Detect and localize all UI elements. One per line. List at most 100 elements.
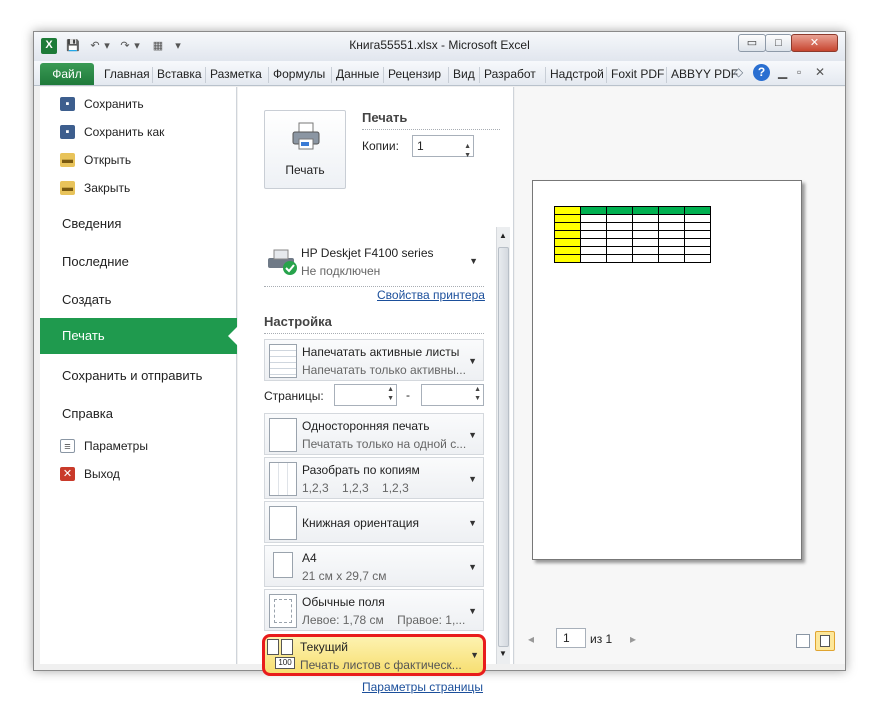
copies-stepper[interactable]: 1 ▲ ▼ bbox=[412, 135, 474, 159]
paper-icon bbox=[273, 552, 293, 578]
collate-subtitle: 1,2,3 1,2,3 1,2,3 bbox=[302, 481, 409, 495]
printer-icon bbox=[292, 122, 320, 150]
preview-page bbox=[532, 180, 802, 560]
minimize-ribbon-icon[interactable]: ◇ bbox=[734, 65, 743, 79]
nav-help[interactable]: Справка bbox=[40, 396, 237, 432]
title-bar: X 💾 ↶ ▾ ↷ ▾ ▦ ▾ Книга55551.xlsx - Micros… bbox=[34, 32, 845, 61]
close-workbook-icon[interactable]: ✕ bbox=[815, 65, 825, 79]
pages-to-input[interactable]: ▲ ▼ bbox=[421, 384, 484, 406]
pages-to-up-icon[interactable]: ▲ bbox=[474, 386, 481, 393]
nav-options-label: Параметры bbox=[84, 439, 148, 453]
nav-options[interactable]: ≡ Параметры bbox=[40, 434, 237, 458]
printer-dropdown[interactable]: HP Deskjet F4100 series Не подключен ▼ bbox=[264, 240, 484, 282]
zoom-to-page-icon[interactable] bbox=[815, 631, 835, 651]
tab-developer[interactable]: Разработ bbox=[479, 67, 536, 83]
nav-exit[interactable]: ✕ Выход bbox=[40, 462, 237, 486]
nav-save[interactable]: ▪ Сохранить bbox=[40, 92, 237, 116]
nav-close[interactable]: ▬ Закрыть bbox=[40, 176, 237, 200]
copies-down-icon[interactable]: ▼ bbox=[464, 146, 471, 166]
next-page-icon[interactable]: ▸ bbox=[630, 632, 636, 646]
paper-subtitle: 21 см x 29,7 см bbox=[302, 569, 387, 583]
orientation-arrow-icon: ▼ bbox=[468, 518, 477, 528]
printer-name: HP Deskjet F4100 series bbox=[301, 246, 434, 260]
window-title: Книга55551.xlsx - Microsoft Excel bbox=[349, 38, 530, 52]
collate-dropdown[interactable]: Разобрать по копиям 1,2,3 1,2,3 1,2,3 ▼ bbox=[264, 457, 484, 499]
page-setup-link[interactable]: Параметры страницы bbox=[362, 680, 483, 694]
scroll-down-icon[interactable]: ▼ bbox=[499, 649, 507, 658]
margins-title: Обычные поля bbox=[302, 595, 385, 609]
tab-home[interactable]: Главная bbox=[100, 67, 150, 83]
paper-title: A4 bbox=[302, 551, 317, 565]
orientation-dropdown[interactable]: Книжная ориентация ▼ bbox=[264, 501, 484, 543]
nav-info[interactable]: Сведения bbox=[40, 206, 237, 242]
pages-from-down-icon[interactable]: ▼ bbox=[387, 395, 394, 402]
print-button[interactable]: Печать bbox=[264, 110, 346, 189]
nav-close-label: Закрыть bbox=[84, 181, 131, 195]
copies-value: 1 bbox=[417, 139, 424, 153]
show-margins-icon[interactable] bbox=[796, 634, 810, 648]
minimize-window-button[interactable]: ▭ bbox=[738, 34, 766, 52]
scaling-icon: 100 bbox=[267, 639, 297, 671]
save-as-icon: ▪ bbox=[60, 125, 75, 139]
scroll-up-icon[interactable]: ▲ bbox=[499, 231, 507, 240]
tab-formulas[interactable]: Формулы bbox=[268, 67, 325, 83]
settings-header: Настройка bbox=[264, 314, 332, 329]
tab-abbyy-pdf[interactable]: ABBYY PDF bbox=[666, 67, 738, 83]
active-sheets-icon bbox=[269, 344, 297, 378]
nav-open[interactable]: ▬ Открыть bbox=[40, 148, 237, 172]
print-what-title: Напечатать активные листы bbox=[302, 345, 460, 359]
prev-page-icon[interactable]: ◂ bbox=[528, 632, 534, 646]
close-window-button[interactable]: ✕ bbox=[791, 34, 838, 52]
printer-dropdown-arrow-icon: ▼ bbox=[469, 256, 478, 266]
collate-title: Разобрать по копиям bbox=[302, 463, 420, 477]
page-number-input[interactable]: 1 bbox=[556, 628, 586, 648]
preview-table bbox=[554, 206, 711, 263]
help-icon[interactable]: ? bbox=[753, 64, 770, 81]
print-settings-panel: Печать Печать Копии: 1 ▲ ▼ HP Deskjet F4… bbox=[238, 87, 514, 694]
sides-dropdown[interactable]: Односторонняя печать Печатать только на … bbox=[264, 413, 484, 455]
nav-save-and-send[interactable]: Сохранить и отправить bbox=[40, 358, 237, 394]
restore-workbook-icon[interactable]: ▫ bbox=[797, 65, 801, 79]
nav-save-as-label: Сохранить как bbox=[84, 125, 165, 139]
tab-file[interactable]: Файл bbox=[40, 63, 94, 85]
exit-icon: ✕ bbox=[60, 467, 75, 481]
paper-size-dropdown[interactable]: A4 21 см x 29,7 см ▼ bbox=[264, 545, 484, 587]
margins-dropdown[interactable]: Обычные поля Левое: 1,78 см Правое: 1,..… bbox=[264, 589, 484, 631]
collate-icon bbox=[269, 462, 297, 496]
tab-view[interactable]: Вид bbox=[448, 67, 475, 83]
maximize-window-button[interactable]: □ bbox=[765, 34, 792, 52]
nav-open-label: Открыть bbox=[84, 153, 132, 167]
sides-subtitle: Печатать только на одной с... bbox=[302, 437, 467, 451]
nav-recent[interactable]: Последние bbox=[40, 244, 237, 280]
tab-page-layout[interactable]: Разметка bbox=[205, 67, 262, 83]
scrollbar-thumb[interactable] bbox=[498, 247, 509, 647]
pages-label: Страницы: bbox=[264, 389, 324, 403]
nav-save-as[interactable]: ▪ Сохранить как bbox=[40, 120, 237, 144]
tab-addins[interactable]: Надстрой bbox=[545, 67, 604, 83]
excel-window: X 💾 ↶ ▾ ↷ ▾ ▦ ▾ Книга55551.xlsx - Micros… bbox=[33, 31, 846, 694]
printer-device-icon bbox=[268, 249, 297, 275]
paper-arrow-icon: ▼ bbox=[468, 562, 477, 572]
pages-to-down-icon[interactable]: ▼ bbox=[474, 395, 481, 402]
nav-print[interactable]: Печать bbox=[40, 318, 238, 354]
pages-from-input[interactable]: ▲ ▼ bbox=[334, 384, 397, 406]
printer-properties-link[interactable]: Свойства принтера bbox=[377, 288, 485, 302]
print-what-arrow-icon: ▼ bbox=[468, 356, 477, 366]
scaling-dropdown[interactable]: 100 Текущий Печать листов с фактическ...… bbox=[262, 634, 486, 676]
tab-data[interactable]: Данные bbox=[331, 67, 379, 83]
print-what-dropdown[interactable]: Напечатать активные листы Напечатать тол… bbox=[264, 339, 484, 381]
copies-label: Копии: bbox=[362, 139, 399, 153]
backstage-nav: ▪ Сохранить ▪ Сохранить как ▬ Открыть ▬ … bbox=[40, 87, 238, 664]
tab-insert[interactable]: Вставка bbox=[152, 67, 202, 83]
nav-new[interactable]: Создать bbox=[40, 282, 237, 318]
tab-foxit-pdf[interactable]: Foxit PDF bbox=[606, 67, 664, 83]
minimize-workbook-icon[interactable]: ▁ bbox=[778, 65, 787, 79]
scaling-title: Текущий bbox=[300, 640, 348, 654]
settings-scrollbar[interactable]: ▲ ▼ bbox=[496, 227, 510, 664]
tab-review[interactable]: Рецензир bbox=[383, 67, 441, 83]
nav-exit-label: Выход bbox=[84, 467, 120, 481]
margins-subtitle: Левое: 1,78 см Правое: 1,... bbox=[302, 613, 466, 627]
open-folder-icon: ▬ bbox=[60, 153, 75, 167]
pages-dash: - bbox=[406, 388, 410, 402]
pages-from-up-icon[interactable]: ▲ bbox=[387, 386, 394, 393]
